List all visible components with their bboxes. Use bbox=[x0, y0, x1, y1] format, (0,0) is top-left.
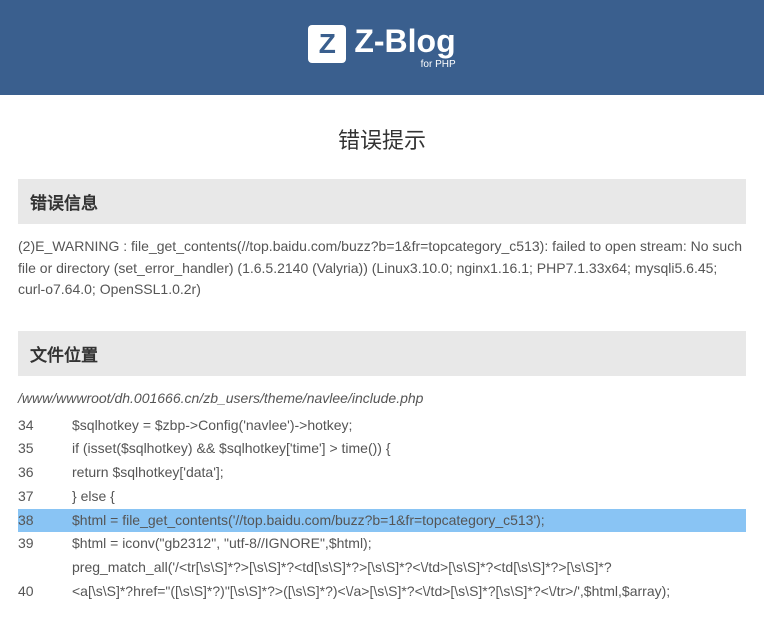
code-line: 36return $sqlhotkey['data']; bbox=[18, 461, 746, 485]
error-message: (2)E_WARNING : file_get_contents(//top.b… bbox=[18, 224, 746, 313]
logo-subtitle: for PHP bbox=[354, 59, 455, 70]
code-listing: 34$sqlhotkey = $zbp->Config('navlee')->h… bbox=[18, 414, 746, 604]
logo-text: Z-Blog bbox=[354, 23, 455, 59]
code-line: preg_match_all('/<tr[\s\S]*?>[\s\S]*?<td… bbox=[18, 556, 746, 580]
code-line: 37} else { bbox=[18, 485, 746, 509]
line-code: } else { bbox=[72, 486, 746, 508]
file-path: /www/wwwroot/dh.001666.cn/zb_users/theme… bbox=[18, 388, 746, 410]
line-number: 37 bbox=[18, 486, 72, 508]
logo-text-wrap: Z-Blog for PHP bbox=[354, 25, 455, 70]
line-code: $html = iconv("gb2312", "utf-8//IGNORE",… bbox=[72, 533, 746, 555]
header: Z Z-Blog for PHP bbox=[0, 0, 764, 95]
page-title: 错误提示 bbox=[0, 95, 764, 179]
line-number: 40 bbox=[18, 581, 72, 603]
file-section-header: 文件位置 bbox=[18, 331, 746, 376]
line-number bbox=[18, 557, 72, 579]
line-code: <a[\s\S]*?href="([\s\S]*?)"[\s\S]*?>([\s… bbox=[72, 581, 746, 603]
code-line: 40<a[\s\S]*?href="([\s\S]*?)"[\s\S]*?>([… bbox=[18, 580, 746, 604]
code-line: 38$html = file_get_contents('//top.baidu… bbox=[18, 509, 746, 533]
code-line: 39$html = iconv("gb2312", "utf-8//IGNORE… bbox=[18, 532, 746, 556]
line-code: $html = file_get_contents('//top.baidu.c… bbox=[72, 510, 746, 532]
line-number: 34 bbox=[18, 415, 72, 437]
error-section-header: 错误信息 bbox=[18, 179, 746, 224]
line-code: $sqlhotkey = $zbp->Config('navlee')->hot… bbox=[72, 415, 746, 437]
line-code: return $sqlhotkey['data']; bbox=[72, 462, 746, 484]
line-number: 39 bbox=[18, 533, 72, 555]
line-code: if (isset($sqlhotkey) && $sqlhotkey['tim… bbox=[72, 438, 746, 460]
code-line: 35if (isset($sqlhotkey) && $sqlhotkey['t… bbox=[18, 437, 746, 461]
line-number: 38 bbox=[18, 510, 72, 532]
line-number: 35 bbox=[18, 438, 72, 460]
file-section: 文件位置 /www/wwwroot/dh.001666.cn/zb_users/… bbox=[18, 331, 746, 615]
line-code: preg_match_all('/<tr[\s\S]*?>[\s\S]*?<td… bbox=[72, 557, 746, 579]
logo-icon: Z bbox=[308, 25, 346, 63]
error-section: 错误信息 (2)E_WARNING : file_get_contents(//… bbox=[18, 179, 746, 313]
file-section-body: /www/wwwroot/dh.001666.cn/zb_users/theme… bbox=[18, 376, 746, 615]
logo: Z Z-Blog for PHP bbox=[308, 25, 455, 70]
line-number: 36 bbox=[18, 462, 72, 484]
code-line: 34$sqlhotkey = $zbp->Config('navlee')->h… bbox=[18, 414, 746, 438]
